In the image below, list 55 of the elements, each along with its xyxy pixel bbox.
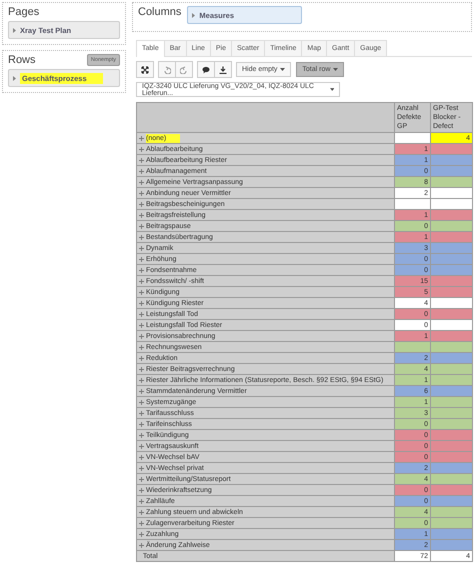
- expand-plus-icon[interactable]: [139, 256, 144, 262]
- redo-icon: [180, 66, 188, 74]
- expand-plus-icon[interactable]: [139, 454, 144, 460]
- panel-title: Pages: [8, 6, 40, 18]
- expand-plus-icon[interactable]: [139, 146, 144, 152]
- expand-plus-icon[interactable]: [139, 388, 144, 394]
- expand-plus-icon[interactable]: [139, 432, 144, 438]
- panel-title: Columns: [138, 6, 182, 18]
- expand-plus-icon[interactable]: [139, 378, 144, 382]
- expand-plus-icon[interactable]: [139, 168, 144, 174]
- fullscreen-button[interactable]: [136, 61, 154, 78]
- expand-plus-icon[interactable]: [139, 246, 144, 250]
- expand-plus-icon[interactable]: [139, 444, 144, 448]
- expand-plus-icon[interactable]: [139, 268, 144, 272]
- expand-plus-icon[interactable]: [139, 158, 144, 162]
- expand-plus-icon[interactable]: [139, 180, 144, 184]
- comment-button[interactable]: [197, 61, 215, 78]
- triangle-icon: [192, 12, 196, 18]
- expand-plus-icon[interactable]: [139, 542, 144, 548]
- expand-plus-icon[interactable]: [139, 136, 144, 140]
- caret-icon: [330, 88, 334, 91]
- expand-plus-icon[interactable]: [139, 422, 144, 426]
- expand-plus-icon[interactable]: [139, 322, 144, 328]
- expand-plus-icon[interactable]: [139, 498, 144, 504]
- expand-arrows-icon: [141, 66, 149, 74]
- expand-plus-icon[interactable]: [139, 190, 144, 196]
- triangle-icon: [13, 28, 16, 32]
- expand-plus-icon[interactable]: [139, 520, 144, 526]
- expand-plus-icon[interactable]: [139, 356, 144, 360]
- expand-plus-icon[interactable]: [139, 312, 144, 316]
- expand-plus-icon[interactable]: [139, 532, 144, 536]
- expand-plus-icon[interactable]: [139, 488, 144, 492]
- expand-plus-icon[interactable]: [139, 300, 144, 306]
- expand-plus-icon[interactable]: [139, 212, 144, 218]
- expand-plus-icon[interactable]: [139, 224, 144, 228]
- triangle-icon: [13, 76, 16, 80]
- expand-plus-icon[interactable]: [139, 334, 144, 338]
- expand-plus-icon[interactable]: [139, 344, 144, 350]
- expand-plus-icon[interactable]: [139, 476, 144, 482]
- caret-icon: [333, 68, 338, 71]
- speech-bubble-icon: [202, 66, 210, 74]
- expand-plus-icon[interactable]: [139, 202, 144, 206]
- expand-plus-icon[interactable]: [139, 410, 144, 416]
- expand-plus-icon[interactable]: [139, 278, 144, 284]
- undo-icon: [163, 66, 171, 74]
- caret-icon: [280, 68, 286, 71]
- download-icon: [219, 66, 227, 74]
- expand-plus-icon[interactable]: [139, 234, 144, 240]
- expand-plus-icon[interactable]: [139, 466, 144, 470]
- expand-plus-icon[interactable]: [139, 510, 144, 514]
- expand-plus-icon[interactable]: [139, 290, 144, 294]
- expand-plus-icon[interactable]: [139, 366, 144, 372]
- export-button[interactable]: [214, 61, 232, 78]
- expand-plus-icon[interactable]: [139, 400, 144, 404]
- panel-title: Rows: [8, 54, 36, 66]
